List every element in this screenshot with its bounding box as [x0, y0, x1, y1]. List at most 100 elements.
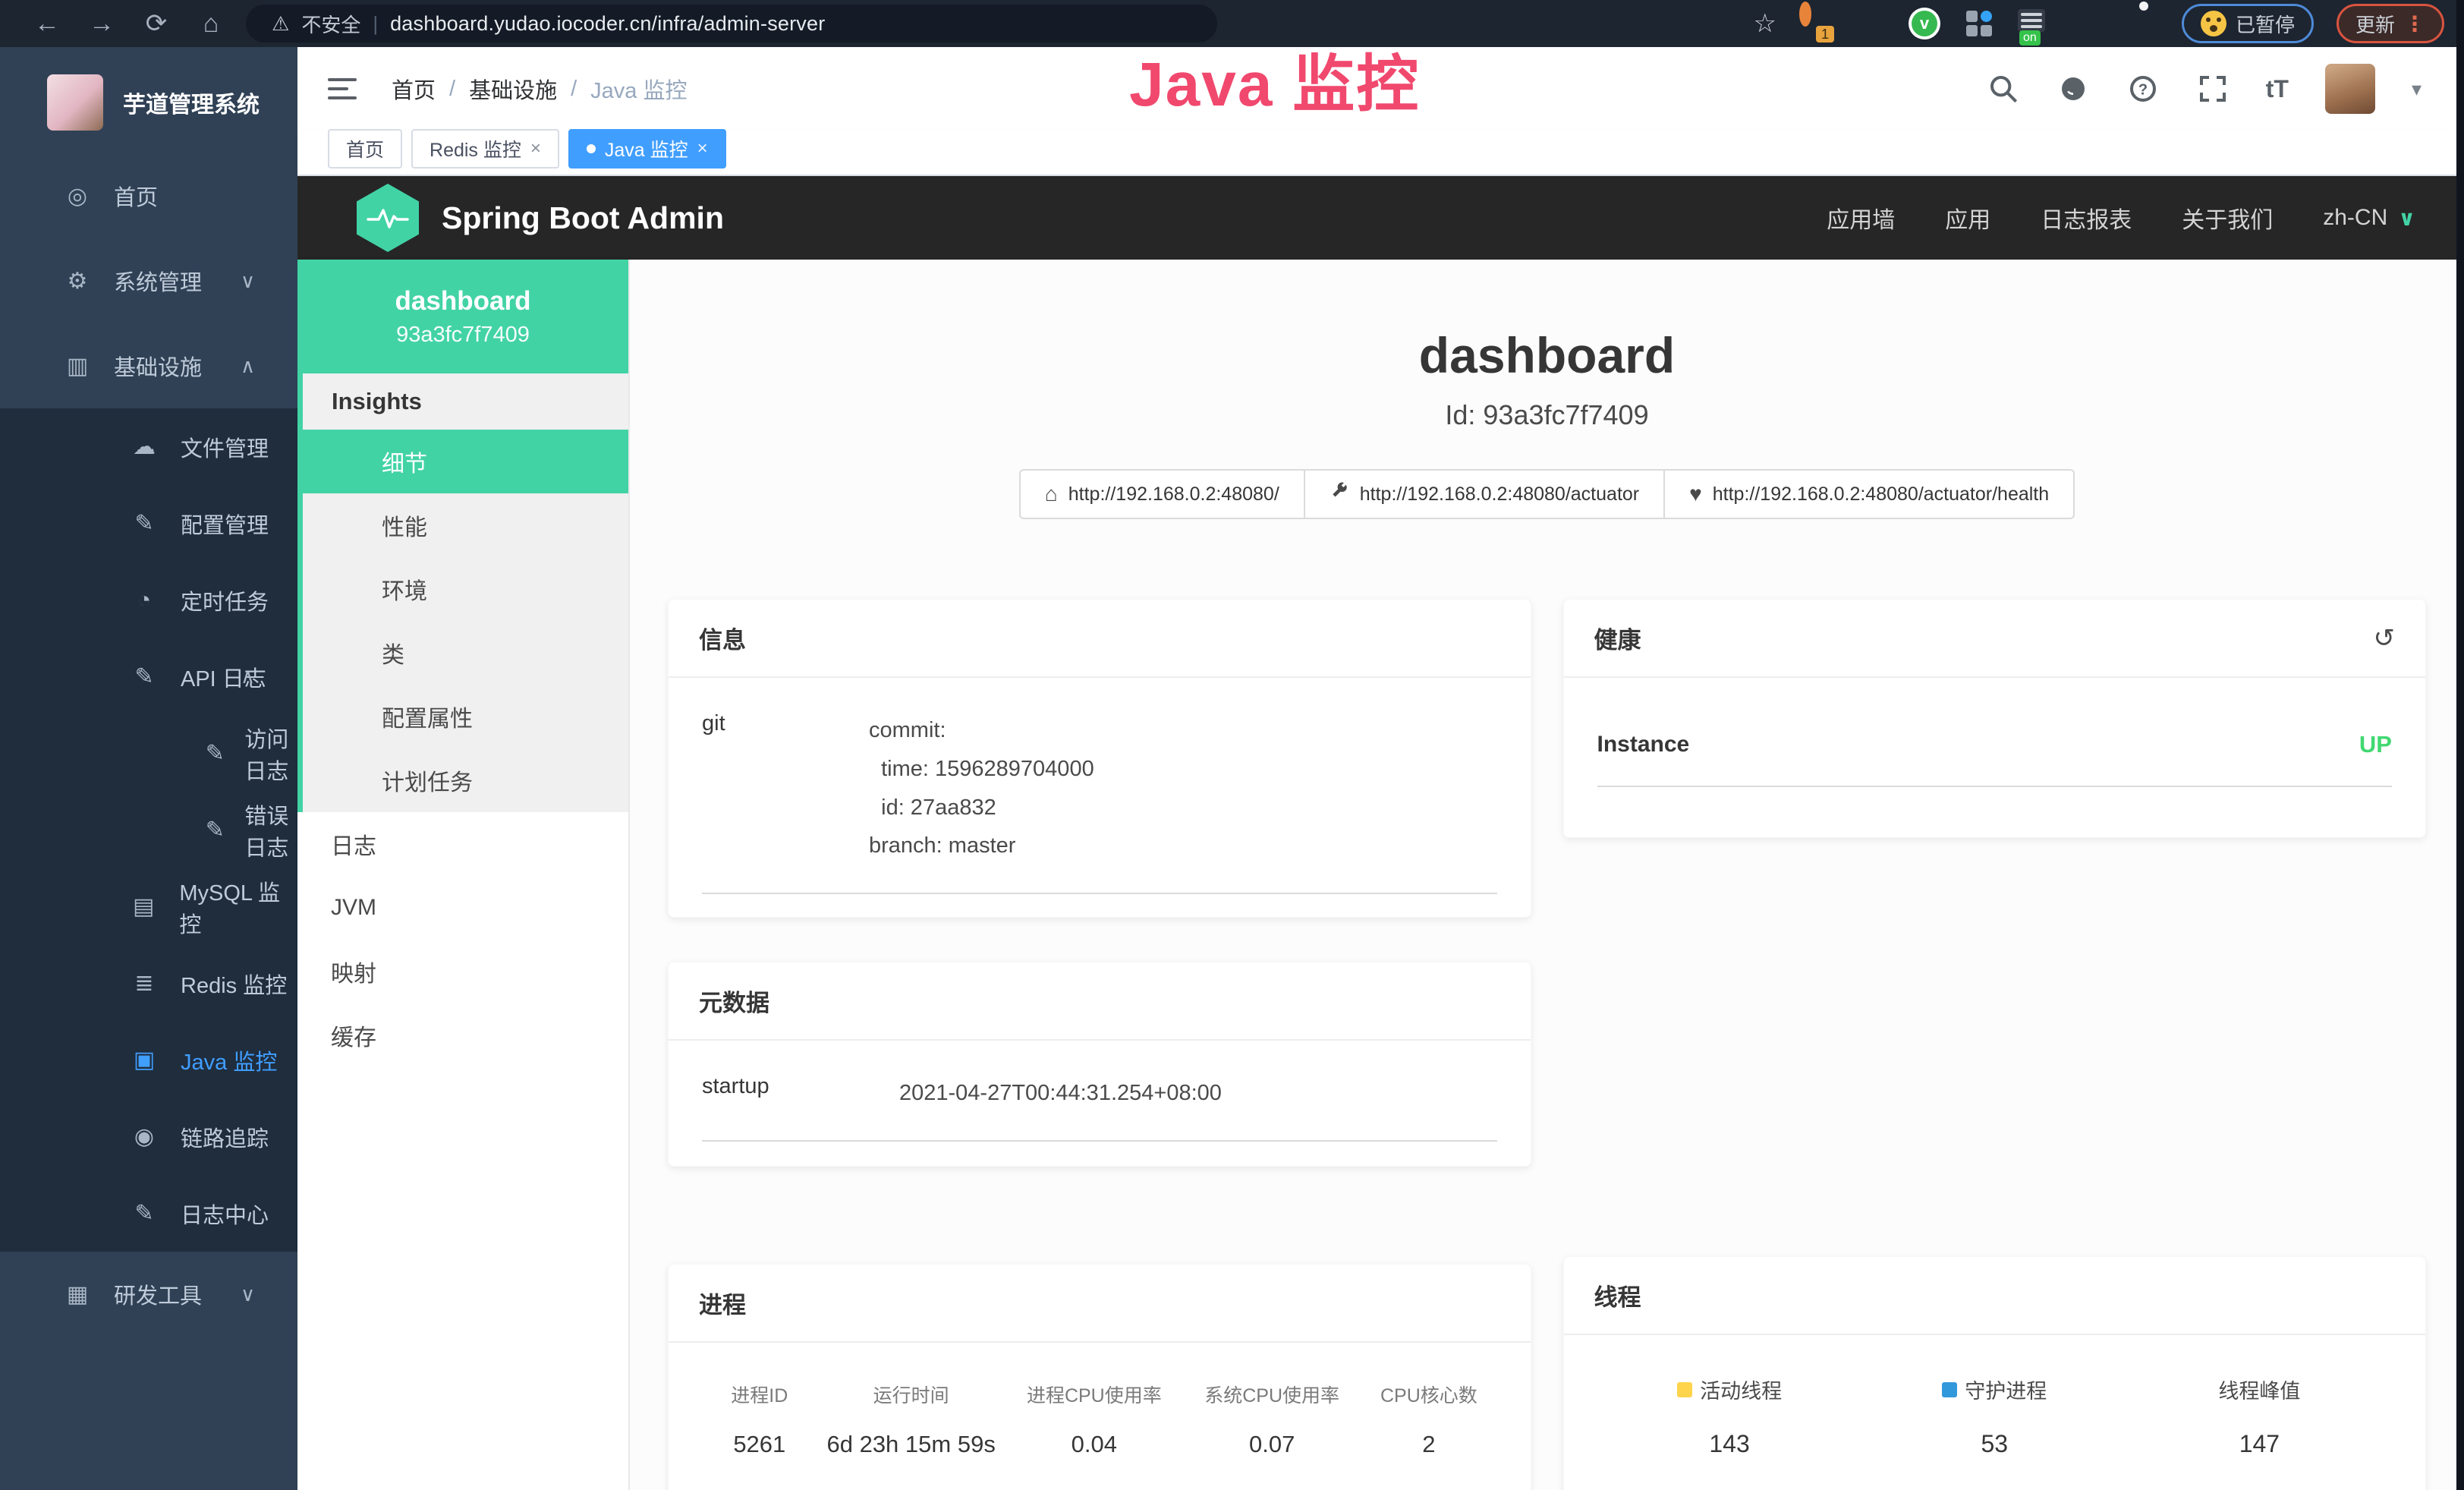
sba-menu-classes[interactable]: 类: [303, 621, 628, 685]
sidebar-brand[interactable]: 芋道管理系统: [0, 47, 297, 153]
sidebar-item-java-monitor[interactable]: ▣ Java 监控: [0, 1022, 297, 1098]
sidebar-item-mysql-monitor[interactable]: ▤ MySQL 监控: [0, 868, 297, 945]
close-icon[interactable]: ×: [530, 138, 541, 159]
monitor-icon: ▤: [127, 893, 159, 920]
tv-icon: ▣: [127, 1047, 161, 1073]
extension-icon-orange[interactable]: 1: [1799, 8, 1831, 39]
sidebar-item-home[interactable]: ◎ 首页: [0, 153, 297, 238]
github-icon[interactable]: [2056, 72, 2090, 106]
sidebar-item-api-logs[interactable]: ✎ API 日志 ∧: [0, 638, 297, 715]
update-button[interactable]: 更新 ⋮: [2337, 4, 2444, 43]
window-edge: [2456, 0, 2464, 1490]
browser-forward-icon[interactable]: →: [74, 9, 129, 39]
security-label[interactable]: 不安全: [301, 10, 360, 38]
paused-pill[interactable]: 已暂停: [2182, 4, 2314, 43]
sba-app-header[interactable]: dashboard 93a3fc7f7409: [297, 260, 628, 373]
sidebar-item-label: 错误日志: [244, 799, 297, 862]
sba-nav-wallboard[interactable]: 应用墙: [1827, 201, 1895, 235]
sidebar-item-infrastructure[interactable]: ▥ 基础设施 ∧: [0, 323, 297, 408]
sba-menu-metrics[interactable]: 性能: [303, 493, 628, 557]
sidebar-item-log-center[interactable]: ✎ 日志中心: [0, 1175, 297, 1252]
sidebar-item-system-management[interactable]: ⚙ 系统管理 ∨: [0, 238, 297, 323]
health-card: 健康 ↺ Instance UP: [1563, 599, 2427, 838]
extension-icon-green-circle[interactable]: v: [1909, 8, 1940, 39]
sba-brand[interactable]: Spring Boot Admin: [442, 200, 724, 236]
sidebar-item-label: 配置管理: [181, 508, 269, 540]
sba-nav-about[interactable]: 关于我们: [2182, 201, 2273, 235]
svg-text:?: ?: [2138, 82, 2148, 99]
browser-home-icon[interactable]: ⌂: [184, 9, 238, 39]
browser-back-icon[interactable]: ←: [20, 9, 74, 39]
extension-icon-leaf[interactable]: [2072, 8, 2104, 39]
browser-reload-icon[interactable]: ⟳: [129, 8, 184, 39]
bookmark-star-icon[interactable]: ☆: [1753, 8, 1776, 39]
user-menu-caret-icon[interactable]: ▾: [2412, 77, 2422, 101]
sidebar-item-label: Redis 监控: [181, 968, 287, 1000]
breadcrumb-infrastructure[interactable]: 基础设施: [469, 73, 557, 105]
git-value: commit: time: 1596289704000 id: 27aa832 …: [869, 711, 1094, 865]
sba-menu-config-props[interactable]: 配置属性: [303, 685, 628, 748]
paused-emoji-icon: [2201, 11, 2226, 36]
extension-icon-puzzle[interactable]: [2127, 8, 2159, 39]
legend-live-threads: 活动线程: [1597, 1375, 1862, 1404]
extension-icon-list-on[interactable]: on: [2018, 8, 2050, 39]
actuator-url-button[interactable]: http://192.168.0.2:48080/actuator: [1304, 469, 1665, 519]
fullscreen-icon[interactable]: [2196, 72, 2230, 106]
hamburger-icon[interactable]: [328, 78, 357, 99]
sidebar-item-scheduled-jobs[interactable]: ◔ 定时任务: [0, 562, 297, 638]
extension-icon-pin[interactable]: [1854, 8, 1886, 39]
breadcrumb-home[interactable]: 首页: [392, 73, 436, 105]
clock-icon: ◔: [127, 587, 161, 613]
url-text[interactable]: dashboard.yudao.iocoder.cn/infra/admin-s…: [390, 12, 825, 36]
extension-icon-grid[interactable]: [1963, 8, 1995, 39]
sba-logo-icon[interactable]: [357, 184, 419, 252]
active-dot: [587, 144, 596, 153]
chevron-up-icon: ∧: [241, 665, 255, 688]
sba-menu-scheduled-tasks[interactable]: 计划任务: [303, 748, 628, 812]
log-icon: ✎: [127, 1200, 161, 1227]
uptime-value: 6d 23h 15m 59s: [817, 1431, 1005, 1458]
sba-nav-journal[interactable]: 日志报表: [2041, 201, 2132, 235]
locale-selector[interactable]: zh-CN ∨: [2323, 205, 2415, 231]
tab-redis-monitor[interactable]: Redis 监控 ×: [411, 129, 559, 169]
actuator-url: http://192.168.0.2:48080/actuator: [1360, 484, 1639, 506]
sidebar-item-redis-monitor[interactable]: ≣ Redis 监控: [0, 945, 297, 1022]
log-icon: ✎: [127, 663, 161, 690]
search-icon[interactable]: [1987, 72, 2020, 106]
app-id: 93a3fc7f7409: [396, 323, 530, 348]
font-size-icon[interactable]: tT: [2266, 75, 2289, 103]
info-card-title: 信息: [699, 621, 746, 655]
sba-menu-logs[interactable]: 日志: [297, 812, 628, 876]
insights-group: Insights 细节 性能 环境 类 配置属性 计划任务: [297, 373, 628, 812]
sidebar-item-file-management[interactable]: ☁ 文件管理: [0, 408, 297, 485]
tab-home[interactable]: 首页: [328, 129, 402, 169]
sba-menu-caches[interactable]: 缓存: [297, 1003, 628, 1067]
health-url-button[interactable]: ♥ http://192.168.0.2:48080/actuator/heal…: [1663, 469, 2075, 519]
sidebar-item-config-management[interactable]: ✎ 配置管理: [0, 485, 297, 562]
sba-nav-applications[interactable]: 应用: [1945, 201, 1990, 235]
history-icon[interactable]: ↺: [2374, 623, 2396, 654]
sidebar-item-dev-tools[interactable]: ▦ 研发工具 ∨: [0, 1252, 297, 1337]
gear-icon: ⚙: [61, 268, 94, 295]
sidebar-item-access-logs[interactable]: ✎ 访问日志: [0, 715, 297, 792]
sidebar-item-tracing[interactable]: ◉ 链路追踪: [0, 1098, 297, 1175]
sba-main: dashboard Id: 93a3fc7f7409 ⌂ http://192.…: [630, 260, 2464, 1490]
help-icon[interactable]: ?: [2126, 72, 2160, 106]
sba-menu-environment[interactable]: 环境: [303, 557, 628, 621]
sidebar-submenu-infrastructure: ☁ 文件管理 ✎ 配置管理 ◔ 定时任务 ✎ API 日志 ∧ ✎: [0, 408, 297, 1252]
sidebar-item-error-logs[interactable]: ✎ 错误日志: [0, 792, 297, 868]
tab-java-monitor[interactable]: Java 监控 ×: [568, 129, 726, 169]
toolbox-icon: ▦: [61, 1281, 94, 1308]
sba-menu-details[interactable]: 细节: [303, 430, 628, 493]
address-bar[interactable]: ⚠ 不安全 | dashboard.yudao.iocoder.cn/infra…: [246, 5, 1217, 43]
sba-menu-jvm[interactable]: JVM: [297, 876, 628, 940]
sba-menu-mappings[interactable]: 映射: [297, 940, 628, 1003]
brand-logo: [47, 74, 103, 131]
close-icon[interactable]: ×: [697, 138, 708, 159]
avatar[interactable]: [2325, 64, 2375, 114]
metadata-card: 元数据 startup 2021-04-27T00:44:31.254+08:0…: [668, 962, 1531, 1167]
service-url-button[interactable]: ⌂ http://192.168.0.2:48080/: [1019, 469, 1305, 519]
sba-navbar: Spring Boot Admin 应用墙 应用 日志报表 关于我们 zh-CN…: [297, 176, 2464, 260]
kebab-menu-icon[interactable]: ⋮: [2404, 11, 2425, 36]
paused-label: 已暂停: [2236, 10, 2295, 38]
